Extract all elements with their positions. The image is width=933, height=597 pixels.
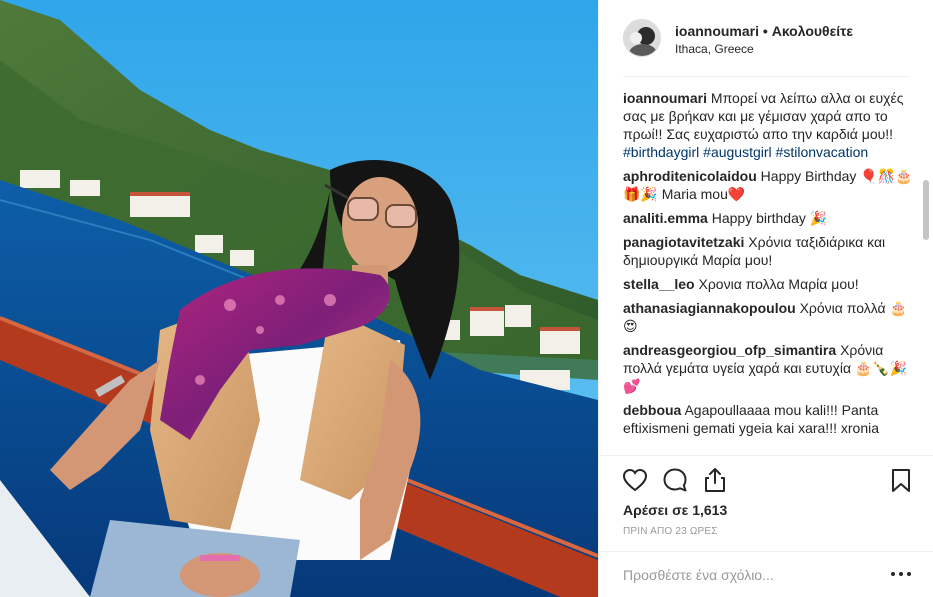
likes-count[interactable]: Αρέσει σε 1,613 — [623, 502, 727, 518]
following-button[interactable]: Ακολουθείτε — [772, 23, 853, 39]
comment-item: andreasgeorgiou_ofp_simantira Χρόνια πολ… — [623, 341, 913, 395]
comment-item: debboua Agapoullaaaa mou kali!!! Panta e… — [623, 401, 913, 437]
comment-item: analiti.emma Happy birthday 🎉 — [623, 209, 913, 227]
comment-username[interactable]: aphroditenicolaidou — [623, 168, 757, 184]
username-link[interactable]: ioannoumari — [675, 23, 759, 39]
location-link[interactable]: Ithaca, Greece — [675, 42, 754, 56]
comment-username[interactable]: andreasgeorgiou_ofp_simantira — [623, 342, 836, 358]
comment-username[interactable]: analiti.emma — [623, 210, 708, 226]
post-timestamp[interactable]: ΠΡΙΝ ΑΠΟ 23 ΩΡΕΣ — [623, 526, 718, 537]
heart-icon — [622, 468, 648, 492]
hashtag-link[interactable]: #stilonvacation — [776, 144, 869, 160]
comment-item: aphroditenicolaidou Happy Birthday 🎈🎊🎂🎁🎉… — [623, 167, 913, 203]
like-button[interactable] — [621, 466, 649, 494]
comment-text: Happy birthday 🎉 — [711, 210, 828, 226]
post-sidebar: ioannoumari • Ακολουθείτε Ithaca, Greece… — [598, 0, 933, 597]
comments-list[interactable]: ioannoumari Μπορεί να λείπω αλλα οι ευχέ… — [623, 89, 913, 453]
share-button[interactable] — [701, 466, 729, 494]
more-options-icon — [899, 572, 903, 576]
post-header: ioannoumari • Ακολουθείτε Ithaca, Greece — [599, 0, 933, 76]
comment-item: stella__leo Χρονια πολλα Μαρία μου! — [623, 275, 913, 293]
avatar[interactable] — [623, 19, 661, 57]
caption: ioannoumari Μπορεί να λείπω αλλα οι ευχέ… — [623, 89, 913, 161]
comment-username[interactable]: debboua — [623, 402, 681, 418]
comment-username[interactable]: panagiotavitetzaki — [623, 234, 744, 250]
comments-scrollbar[interactable] — [922, 100, 930, 360]
scrollbar-thumb[interactable] — [923, 180, 929, 240]
comment-icon — [663, 468, 687, 492]
hashtag-link[interactable]: #augustgirl — [703, 144, 772, 160]
bookmark-icon — [892, 469, 910, 492]
more-options-button[interactable] — [889, 564, 913, 584]
comment-username[interactable]: athanasiagiannakopoulou — [623, 300, 796, 316]
separator-dot: • — [762, 23, 768, 39]
comment-text: Χρονια πολλα Μαρία μου! — [698, 276, 859, 292]
share-icon — [705, 468, 725, 492]
comment-input[interactable] — [623, 565, 873, 585]
header-divider — [623, 76, 909, 77]
more-options-icon — [907, 572, 911, 576]
add-comment-bar — [599, 551, 933, 597]
header-user-line: ioannoumari • Ακολουθείτε — [675, 23, 853, 39]
comment-item: panagiotavitetzaki Χρόνια ταξιδιάρικα κα… — [623, 233, 913, 269]
post-image — [0, 0, 598, 597]
comment-item: athanasiagiannakopoulou Χρόνια πολλά 🎂😍 — [623, 299, 913, 335]
comment-username[interactable]: stella__leo — [623, 276, 695, 292]
caption-username[interactable]: ioannoumari — [623, 90, 707, 106]
action-bar — [599, 455, 933, 503]
hashtag-link[interactable]: #birthdaygirl — [623, 144, 699, 160]
save-button[interactable] — [887, 466, 915, 494]
comment-button[interactable] — [661, 466, 689, 494]
more-options-icon — [891, 572, 895, 576]
post-photo[interactable] — [0, 0, 598, 597]
